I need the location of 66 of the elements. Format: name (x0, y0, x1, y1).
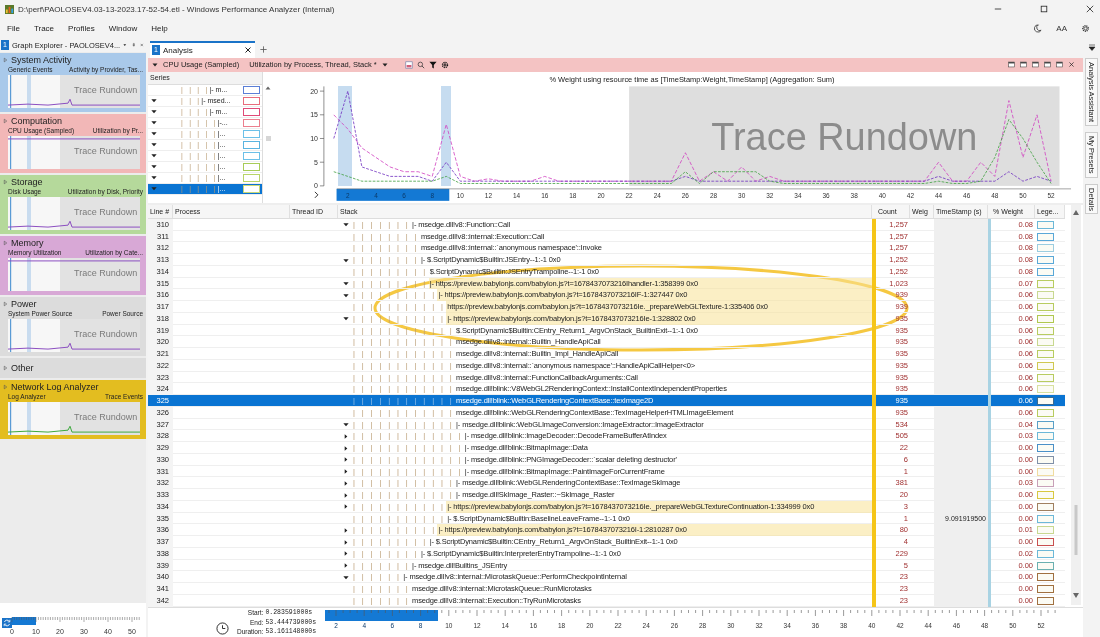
scrollbar-thumb[interactable] (265, 135, 271, 141)
expanded-caret-icon[interactable] (150, 130, 158, 138)
settings-icon[interactable] (440, 60, 449, 69)
expand-caret-icon[interactable] (3, 301, 8, 307)
expanded-caret-icon[interactable] (342, 256, 350, 264)
category-name: Storage (11, 177, 43, 187)
search-icon[interactable] (416, 60, 425, 69)
rundown-label: Trace Rundown (74, 85, 138, 95)
window-title: D:\perf\PAOLOSEV4.03-13-2023.17-52-54.etl - Windows Performance Analyzer (Internal) (18, 4, 335, 14)
add-tab-icon[interactable] (259, 44, 268, 54)
view-mode-icon[interactable] (1056, 61, 1063, 69)
close-icon[interactable] (1086, 5, 1094, 13)
filter-icon[interactable] (428, 60, 437, 69)
pin-icon[interactable] (131, 41, 136, 49)
category-name: Other (11, 362, 34, 373)
sync-icon[interactable] (2, 618, 12, 628)
rundown-label: Trace Rundown (74, 207, 138, 217)
expanded-caret-icon[interactable] (150, 108, 158, 116)
rundown-label: Trace Rundown (74, 146, 138, 156)
menu-item[interactable]: Window (108, 23, 138, 33)
expanded-caret-icon[interactable] (150, 97, 158, 105)
graph-image-icon[interactable] (404, 60, 413, 69)
close-icon[interactable] (244, 46, 252, 55)
expanded-caret-icon[interactable] (342, 421, 350, 429)
expanded-caret-icon[interactable] (150, 152, 158, 160)
dropdown-icon[interactable] (1087, 44, 1096, 52)
view-mode-icon[interactable] (1032, 61, 1039, 69)
text-size-button[interactable]: AA (1056, 23, 1067, 33)
rundown-label: Trace Rundown (711, 115, 978, 158)
rundown-label: Trace Rundown (74, 329, 138, 339)
expanded-caret-icon[interactable] (150, 119, 158, 127)
app-icon (5, 4, 14, 14)
moon-icon[interactable] (1033, 23, 1043, 33)
expanded-caret-icon[interactable] (342, 315, 350, 323)
view-mode-icon[interactable] (1044, 61, 1051, 69)
clock-icon[interactable] (216, 622, 229, 635)
thumbnail-chart-drawing[interactable] (8, 75, 140, 108)
expand-axis-icon[interactable] (314, 191, 318, 198)
thumbnail-chart-drawing[interactable] (8, 197, 140, 230)
menu-item[interactable]: Trace (33, 23, 55, 33)
expand-caret-icon[interactable] (3, 364, 8, 371)
vertical-scrollbar[interactable] (1071, 204, 1081, 605)
view-mode-icon[interactable] (1008, 61, 1015, 69)
settings-icon[interactable] (1081, 23, 1090, 33)
expanded-caret-icon[interactable] (150, 141, 158, 149)
thumbnail-chart-drawing[interactable] (8, 258, 140, 291)
category-name: Computation (11, 116, 63, 126)
category-name: Power (11, 299, 37, 309)
rundown-label: Trace Rundown (74, 412, 138, 422)
thumbnail-chart-drawing[interactable] (8, 402, 140, 435)
category-panel[interactable]: Other (0, 358, 146, 378)
expanded-caret-icon[interactable] (150, 163, 158, 171)
view-mode-icon[interactable] (1020, 61, 1027, 69)
category-name: Memory (11, 238, 44, 248)
expanded-caret-icon[interactable] (342, 573, 350, 581)
thumbnail-chart-drawing[interactable] (8, 136, 140, 169)
tab-label: Analysis (162, 45, 194, 55)
category-name: Network Log Analyzer (11, 382, 99, 392)
category-name: System Activity (11, 55, 72, 65)
menu-item[interactable]: Help (151, 23, 168, 33)
menu-item[interactable]: Profiles (68, 23, 95, 33)
maximize-icon[interactable] (1040, 5, 1048, 13)
menu-item[interactable]: File (7, 23, 20, 33)
expanded-caret-icon[interactable] (342, 221, 350, 229)
thumbnail-chart-drawing[interactable] (8, 319, 140, 352)
rundown-label: Trace Rundown (74, 268, 138, 278)
